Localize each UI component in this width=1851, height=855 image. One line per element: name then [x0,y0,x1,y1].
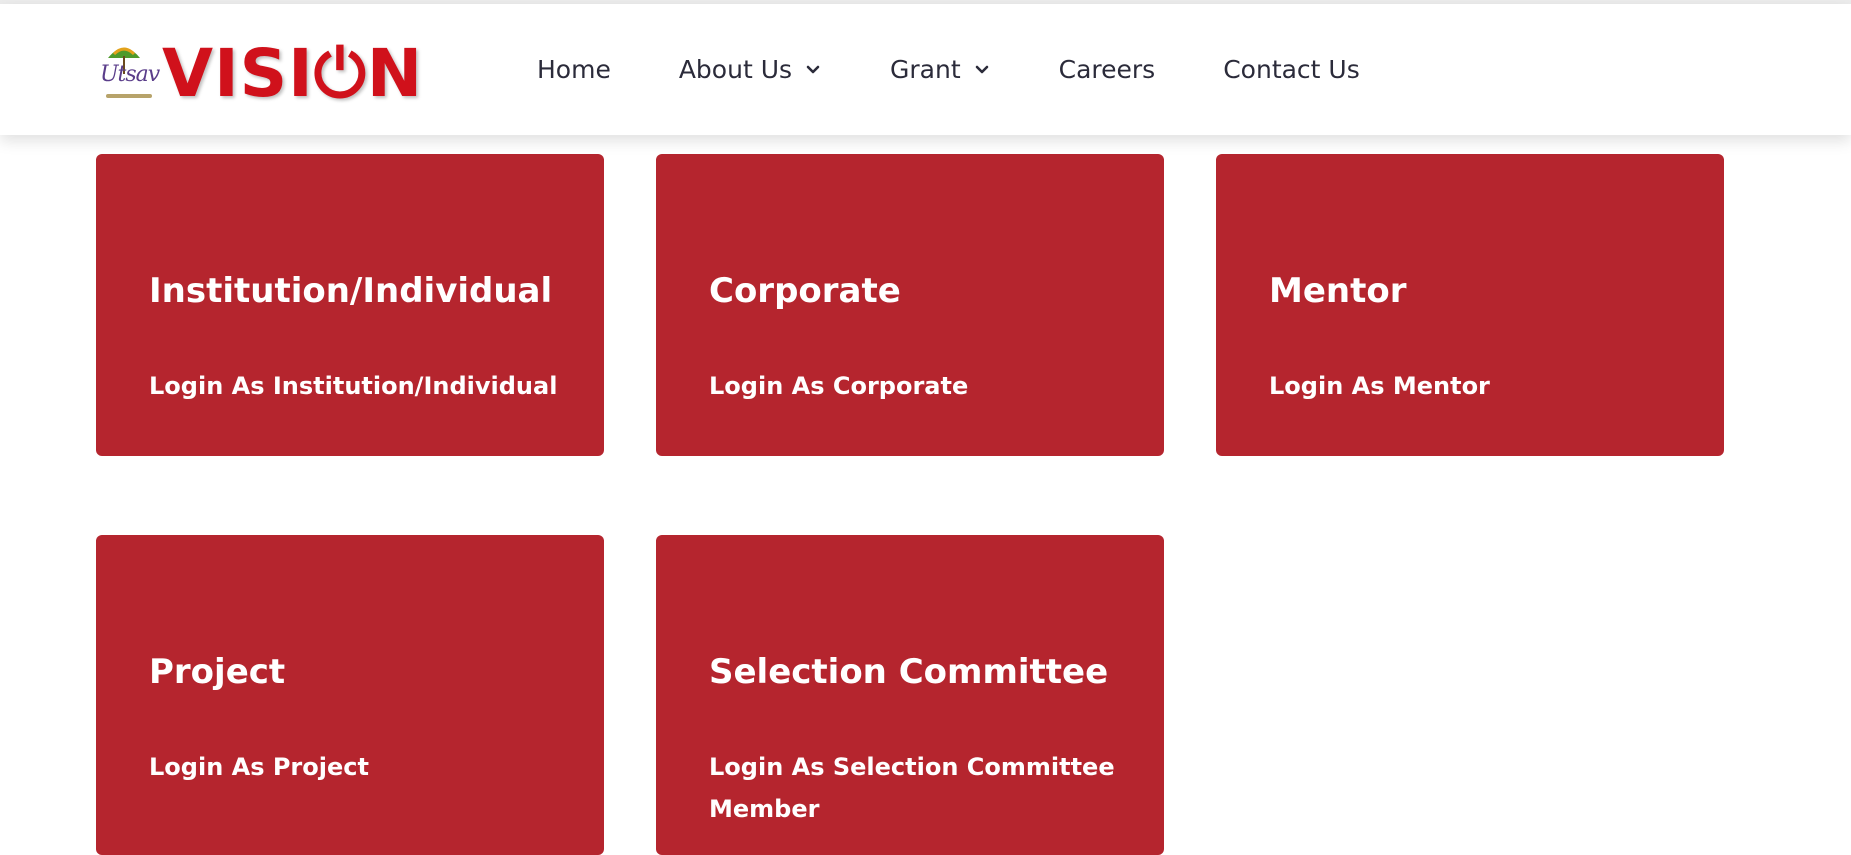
card-title: Mentor [1269,271,1407,311]
card-title: Corporate [709,271,901,311]
nav-grant[interactable]: Grant [890,55,991,84]
card-login-link[interactable]: Login As Mentor [1269,365,1689,407]
nav-contact-us[interactable]: Contact Us [1223,55,1360,84]
nav-careers[interactable]: Careers [1059,55,1156,84]
logo-small-text: Utsav [100,62,160,87]
nav-about-us-label: About Us [678,55,793,84]
card-login-link[interactable]: Login As Corporate [709,365,1129,407]
login-card-selection-committee[interactable]: Selection Committee Login As Selection C… [656,535,1164,855]
nav-home[interactable]: Home [537,55,611,84]
login-card-institution[interactable]: Institution/Individual Login As Institut… [96,154,604,456]
chevron-down-icon [806,65,820,73]
login-card-mentor[interactable]: Mentor Login As Mentor [1216,154,1724,456]
nav-careers-label: Careers [1058,55,1156,84]
card-title: Selection Committee [709,652,1109,692]
nav-about-us[interactable]: About Us [679,55,822,84]
chevron-down-icon [975,65,988,73]
card-title: Project [149,652,286,692]
card-login-link[interactable]: Login As Selection Committee Member [709,746,1129,830]
nav-contact-us-label: Contact Us [1223,55,1360,84]
card-login-link[interactable]: Login As Institution/Individual [149,365,569,407]
card-login-link[interactable]: Login As Project [149,746,569,788]
nav-grant-label: Grant [890,55,961,84]
card-title: Institution/Individual [149,271,553,311]
logo-underline [106,94,152,98]
login-card-corporate[interactable]: Corporate Login As Corporate [656,154,1164,456]
logo-vision-text: VISI⏻N [162,35,424,112]
site-header: Utsav VISI⏻N Home About Us Grant Careers… [0,4,1851,135]
main-nav: Home About Us Grant Careers Contact Us [537,4,1428,135]
login-card-project[interactable]: Project Login As Project [96,535,604,855]
nav-home-label: Home [537,55,611,84]
site-logo[interactable]: Utsav VISI⏻N [96,38,422,110]
